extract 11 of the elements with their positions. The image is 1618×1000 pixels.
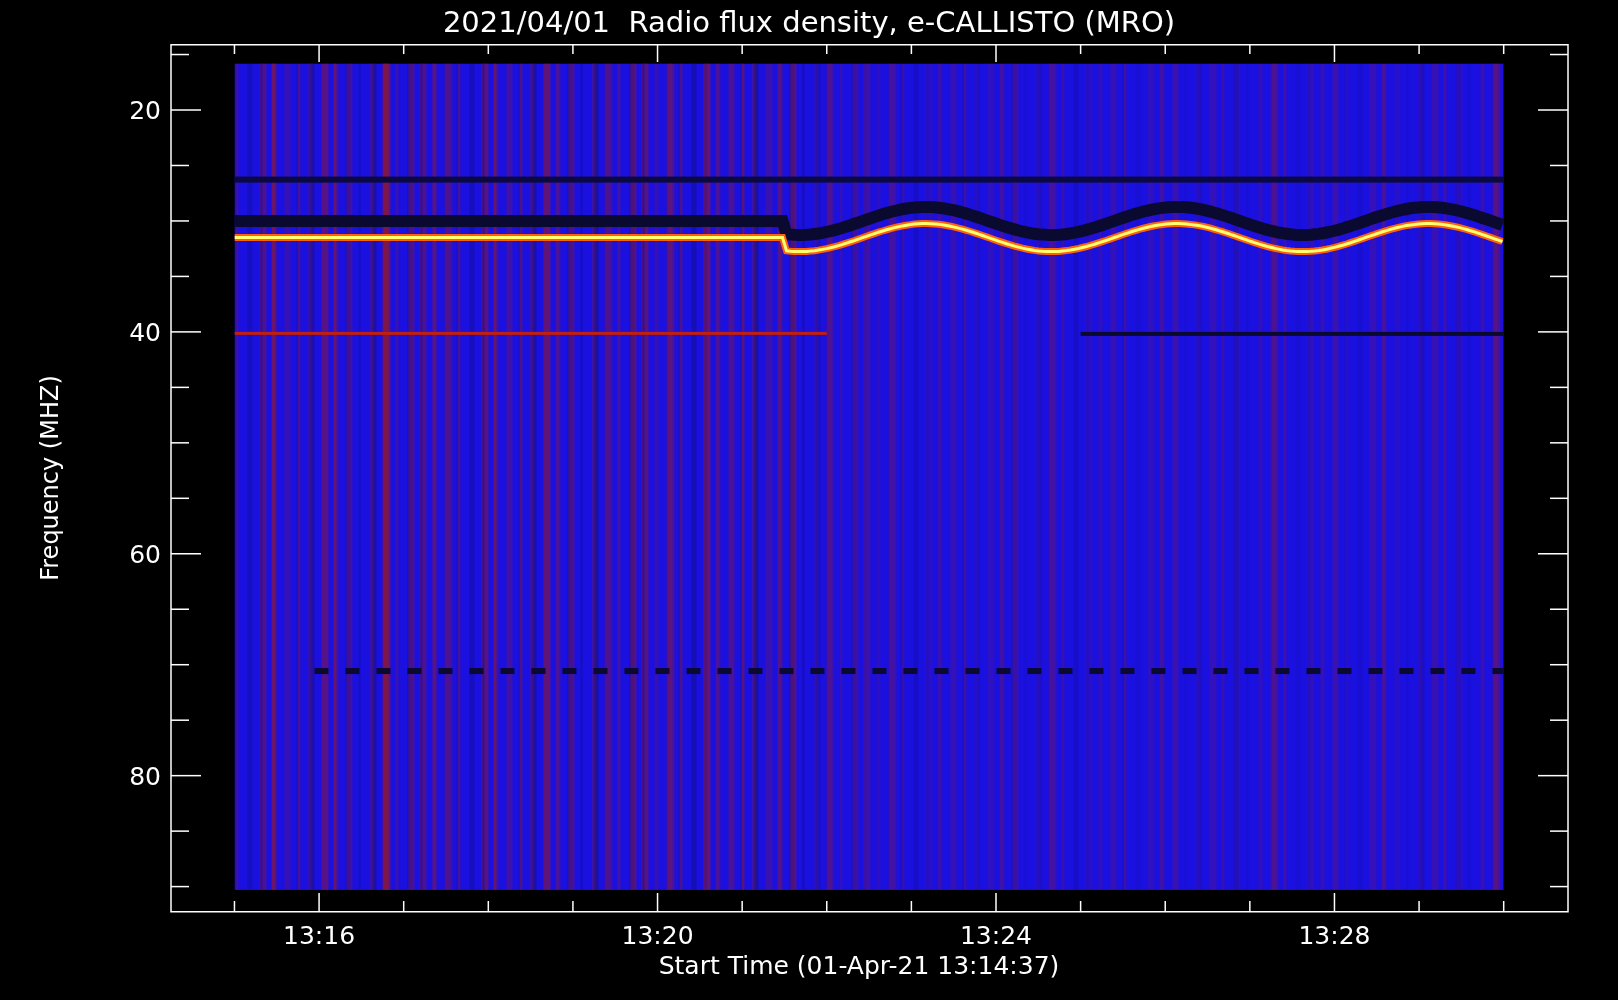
- x-tick-label: 13:24: [960, 921, 1032, 950]
- y-tick-label: 40: [129, 317, 161, 347]
- chart-title: 2021/04/01 Radio flux density, e-CALLISTO (MRO): [442, 7, 1176, 37]
- y-tick-label: 80: [129, 761, 161, 791]
- y-tick-label: 20: [129, 96, 161, 125]
- x-tick-label: 13:16: [283, 921, 356, 950]
- y-axis-label: Frequency (MHZ): [38, 374, 62, 581]
- x-tick-label: 13:20: [621, 921, 694, 950]
- y-tick-label: 60: [129, 539, 161, 569]
- x-tick-label: 13:28: [1298, 921, 1371, 950]
- x-axis-label: Start Time (01-Apr-21 13:14:37): [658, 953, 1060, 978]
